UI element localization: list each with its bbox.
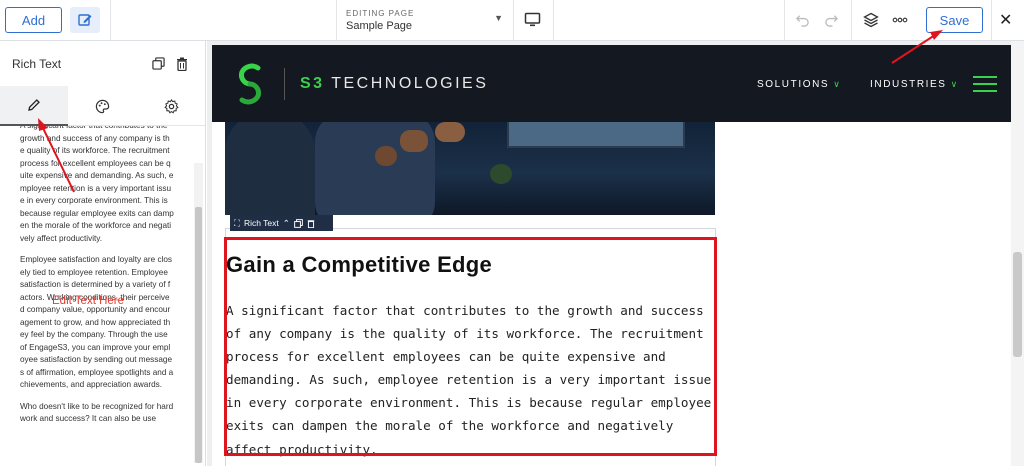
- divider: [284, 68, 285, 100]
- gear-icon: [163, 98, 179, 113]
- brand-rest: TECHNOLOGIES: [331, 75, 489, 92]
- trash-icon[interactable]: [176, 57, 188, 76]
- site-header: S3 TECHNOLOGIES SOLUTIONS ∨ INDUSTRIES ∨: [212, 45, 1011, 122]
- move-icon[interactable]: ⛶: [234, 218, 240, 229]
- website-preview: S3 TECHNOLOGIES SOLUTIONS ∨ INDUSTRIES ∨ ⛶…: [212, 45, 1011, 466]
- chevron-up-icon[interactable]: ⌃: [283, 218, 290, 229]
- annotation-text: Edit Text Here: [52, 295, 125, 307]
- brand-name[interactable]: S3 TECHNOLOGIES: [300, 75, 488, 93]
- block-label[interactable]: ⛶ Rich Text ⌃: [230, 215, 333, 231]
- page-scrollbar[interactable]: [1011, 41, 1024, 466]
- page-canvas: S3 TECHNOLOGIES SOLUTIONS ∨ INDUSTRIES ∨ ⛶…: [207, 41, 1024, 466]
- trash-icon[interactable]: [307, 219, 315, 228]
- close-icon[interactable]: ✕: [999, 10, 1012, 30]
- brand-prefix: S3: [300, 75, 325, 92]
- editor-paragraph: A significant factor that contributes to…: [20, 126, 174, 243]
- page-selector[interactable]: EDITING PAGE Sample Page ▼: [337, 0, 513, 41]
- divider: [851, 0, 852, 41]
- nav-solutions[interactable]: SOLUTIONS ∨: [757, 79, 841, 90]
- editing-page-caption: EDITING PAGE: [346, 9, 415, 18]
- divider: [110, 0, 111, 41]
- tab-style[interactable]: [68, 86, 136, 126]
- scrollbar-thumb[interactable]: [1013, 252, 1022, 357]
- palette-icon: [95, 99, 109, 113]
- editor-paragraph: Employee satisfaction and loyalty are cl…: [20, 255, 174, 389]
- tab-content[interactable]: [0, 86, 68, 126]
- add-button[interactable]: Add: [5, 7, 62, 33]
- section-body-text[interactable]: A significant factor that contributes to…: [226, 299, 714, 461]
- panel-tabs: [0, 86, 205, 126]
- divider: [513, 0, 514, 41]
- divider: [553, 0, 554, 41]
- nav-label: INDUSTRIES: [870, 79, 947, 90]
- save-button[interactable]: Save: [926, 7, 983, 33]
- panel-scrollbar[interactable]: [194, 163, 203, 463]
- copy-icon[interactable]: [294, 218, 303, 228]
- properties-panel: Rich Text A significant factor that cont…: [0, 41, 206, 466]
- nav-label: SOLUTIONS: [757, 79, 830, 90]
- redo-icon[interactable]: [824, 12, 839, 32]
- scrollbar-thumb[interactable]: [195, 207, 202, 463]
- chevron-down-icon: ∨: [950, 79, 959, 89]
- chevron-down-icon: ∨: [833, 79, 842, 89]
- editor-window: Add EDITING PAGE Sample Page ▼ Save ✕ Ri…: [0, 0, 1024, 466]
- copy-icon[interactable]: [152, 57, 165, 75]
- s3-logo-icon[interactable]: [234, 62, 266, 111]
- section-heading[interactable]: Gain a Competitive Edge: [226, 252, 492, 278]
- tab-settings[interactable]: [137, 86, 205, 126]
- pencil-icon: [28, 99, 40, 111]
- divider: [784, 0, 785, 41]
- nav-industries[interactable]: INDUSTRIES ∨: [870, 79, 959, 90]
- monitor-icon[interactable]: [524, 12, 541, 33]
- top-toolbar: Add EDITING PAGE Sample Page ▼ Save ✕: [0, 0, 1024, 41]
- hero-image: [225, 122, 715, 215]
- page-name: Sample Page: [346, 20, 413, 32]
- edit-icon: [78, 14, 92, 26]
- block-label-text: Rich Text: [243, 218, 279, 228]
- hamburger-menu-icon[interactable]: [973, 76, 997, 97]
- undo-icon[interactable]: [795, 12, 810, 32]
- more-icon[interactable]: [892, 12, 908, 33]
- chevron-down-icon: ▼: [494, 13, 503, 23]
- divider: [991, 0, 992, 41]
- layers-icon[interactable]: [863, 12, 879, 33]
- edit-mode-button[interactable]: [70, 7, 100, 33]
- editor-paragraph: Who doesn't like to be recognized for ha…: [20, 401, 174, 424]
- panel-title: Rich Text: [12, 57, 62, 71]
